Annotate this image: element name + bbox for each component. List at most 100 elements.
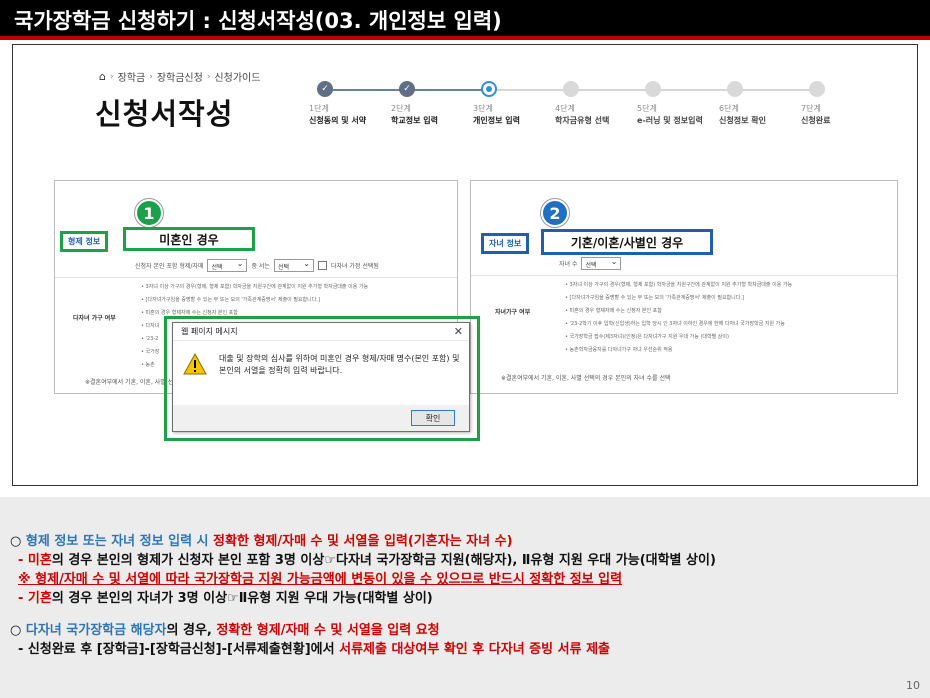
step-number: 5단계 — [637, 104, 657, 113]
home-icon[interactable]: ⌂ — [99, 70, 106, 83]
pending-step-icon — [645, 81, 661, 97]
chevron-right-icon: › — [109, 71, 114, 82]
breadcrumb-item[interactable]: 장학금신청 — [157, 69, 203, 84]
sibling-order-select[interactable]: 선택 — [273, 259, 314, 272]
divider — [55, 277, 457, 278]
notes-list: 3자녀 이상 가구의 경우(형제, 형제 포함) 학자금을 지원구간에 관계없이… — [565, 279, 885, 357]
child-count-row: 자녀 수 선택 — [559, 257, 622, 270]
page-number: 10 — [906, 679, 920, 692]
current-step-icon — [481, 81, 497, 97]
explanation-line-5: ○ 다자녀 국가장학금 해당자의 경우, 정확한 형제/자매 수 및 서열을 입… — [10, 621, 716, 640]
highlight-text: 정확한 형제/자매 수 및 서열을 입력(기혼자는 자녀 수) — [208, 534, 513, 549]
explanation-line-6: - 신청완료 후 [장학금]-[장학금신청]-[서류제출현황]에서 서류제출 대… — [10, 640, 716, 659]
dialog-title: 웹 페이지 메시지 — [181, 327, 238, 336]
married-case-label: 기혼/이혼/사별인 경우 — [541, 229, 713, 255]
step-5: 5단계 e-러닝 및 정보입력 — [637, 81, 723, 126]
step-name: 학교정보 입력 — [391, 116, 438, 125]
dialog-body: 대출 및 장학의 심사를 위하여 미혼인 경우 형제/자매 명수(본인 포함) … — [183, 353, 461, 377]
multi-child-household-label: 다자녀 가구 여부 — [73, 315, 116, 322]
note-item: 국가장학금 접수(제3자녀)(인정)은 다자녀가구 지원 우대 가능 (대학별 … — [565, 331, 885, 344]
callout-badge-1: 1 — [135, 199, 163, 227]
footnote: ※결혼여부에서 기혼, 이혼, 사별 선 — [85, 379, 174, 386]
pending-step-icon — [727, 81, 743, 97]
note-item: '23-2학기 이후 입학(신입생)하는 입학 당시 인 3자녀 이하인 경우에… — [565, 318, 885, 331]
pending-step-icon — [809, 81, 825, 97]
child-info-tag: 자녀 정보 — [481, 233, 530, 254]
step-name: 신청완료 — [801, 116, 831, 125]
dialog-header: 웹 페이지 메시지 ✕ — [173, 323, 469, 341]
body-text: 의 경우 본인의 형제가 신청자 본인 포함 3명 이상☞다자녀 국가장학금 지… — [51, 553, 716, 568]
child-count-label: 자녀 수 — [559, 261, 578, 268]
highlight-text: - 기혼 — [18, 591, 52, 606]
divider — [471, 275, 897, 276]
sibling-info-tag: 형제 정보 — [60, 231, 109, 252]
child-info-panel: 2 자녀 정보 기혼/이혼/사별인 경우 자녀 수 선택 자녀가구 여부 3자녀… — [470, 180, 898, 394]
note-item: 미혼의 경우 형제자매 수는 신청자 본인 포함 — [565, 305, 885, 318]
explanation-line-2: - 미혼의 경우 본인의 형제가 신청자 본인 포함 3명 이상☞다자녀 국가장… — [10, 551, 716, 570]
step-1: ✓ 1단계 신청동의 및 서약 — [309, 81, 395, 126]
breadcrumb-item[interactable]: 장학금 — [118, 69, 146, 84]
highlight-text: 정확한 형제/자매 수 및 서열을 입력 요청 — [216, 623, 440, 638]
step-number: 7단계 — [801, 104, 821, 113]
breadcrumb: ⌂ › 장학금 › 장학금신청 › 신청가이드 — [99, 69, 260, 84]
progress-stepper: ✓ 1단계 신청동의 및 서약 ✓ 2단계 학교정보 입력 3단계 개인정보 입… — [309, 81, 869, 131]
bullet: ○ — [10, 623, 26, 638]
explanation-line-1: ○ 형제 정보 또는 자녀 정보 입력 시 정확한 형제/자매 수 및 서열을 … — [10, 532, 716, 551]
step-number: 6단계 — [719, 104, 739, 113]
step-number: 1단계 — [309, 104, 329, 113]
check-icon: ✓ — [317, 81, 333, 97]
step-name: 신청동의 및 서약 — [309, 116, 367, 125]
step-number: 2단계 — [391, 104, 411, 113]
explanation-line-4: - 기혼의 경우 본인의 자녀가 3명 이상☞Ⅱ유형 지원 우대 가능(대학별 … — [10, 589, 716, 608]
warning-text: ※ 형제/자매 수 및 서열에 따라 국가장학금 지원 가능금액에 변동이 있을… — [18, 572, 623, 587]
title-rule — [0, 36, 930, 40]
explanation-line-3: ※ 형제/자매 수 및 서열에 따라 국가장학금 지원 가능금액에 변동이 있을… — [10, 570, 716, 589]
warning-icon — [183, 353, 207, 375]
step-name: 개인정보 입력 — [473, 116, 520, 125]
explanation-text: ○ 형제 정보 또는 자녀 정보 입력 시 정확한 형제/자매 수 및 서열을 … — [10, 532, 716, 659]
ok-button[interactable]: 확인 — [411, 410, 455, 426]
web-page-message-dialog: 웹 페이지 메시지 ✕ 대출 및 장학의 심사를 위하여 미혼인 경우 형제/자… — [172, 322, 470, 432]
body-text: - 신청완료 후 [장학금]-[장학금신청]-[서류제출현황]에서 — [18, 642, 340, 657]
explanation-area: ○ 형제 정보 또는 자녀 정보 입력 시 정확한 형제/자매 수 및 서열을 … — [0, 497, 930, 698]
footnote: ※결혼여부에서 기혼, 이혼, 사별 선택의 경우 본인의 자녀 수를 선택 — [501, 375, 671, 382]
note-item: 농촌학자금융자를 다자녀가구 자녀 우선순위 적용 — [565, 344, 885, 357]
screenshot-frame: ⌂ › 장학금 › 장학금신청 › 신청가이드 신청서작성 ✓ 1단계 신청동의… — [12, 44, 918, 486]
note-item: 3자녀 이상 가구의 경우(형제, 형제 포함) 학자금을 지원구간에 관계없이… — [141, 281, 441, 294]
body-text: 의 경우, — [166, 623, 217, 638]
highlight-text: - 미혼 — [18, 553, 52, 568]
step-2: ✓ 2단계 학교정보 입력 — [391, 81, 477, 126]
callout-badge-2: 2 — [541, 199, 569, 227]
step-name: 학자금유형 선택 — [555, 116, 610, 125]
slide: 국가장학금 신청하기 : 신청서작성(03. 개인정보 입력) ⌂ › 장학금 … — [0, 0, 930, 698]
pending-step-icon — [563, 81, 579, 97]
sibling-count-select[interactable]: 선택 — [207, 259, 248, 272]
multi-child-checkbox-label: 다자녀 가정 선택됨 — [330, 263, 379, 270]
breadcrumb-item[interactable]: 신청가이드 — [214, 69, 260, 84]
unmarried-case-label: 미혼인 경우 — [123, 227, 255, 251]
body-text: 의 경우 본인의 자녀가 3명 이상☞Ⅱ유형 지원 우대 가능(대학별 상이) — [51, 591, 433, 606]
step-4: 4단계 학자금유형 선택 — [555, 81, 641, 126]
highlight-text: 형제 정보 또는 자녀 정보 입력 시 — [25, 534, 209, 549]
highlight-text: 서류제출 대상여부 확인 후 다자녀 증빙 서류 제출 — [339, 642, 610, 657]
check-icon: ✓ — [399, 81, 415, 97]
sibling-count-label: 신청자 본인 포함 형제/자매 — [135, 263, 204, 270]
close-icon[interactable]: ✕ — [454, 325, 463, 338]
child-count-select[interactable]: 선택 — [581, 257, 622, 270]
page-title: 신청서작성 — [95, 97, 234, 131]
multi-child-checkbox[interactable] — [317, 261, 327, 270]
note-item: [다자녀가구임을 증명할 수 있는 부 또는 모의 '가족관계증명서' 제출이 … — [565, 292, 885, 305]
sibling-order-label: 중 서는 — [251, 263, 270, 270]
bullet: ○ — [10, 534, 26, 549]
chevron-right-icon: › — [149, 71, 153, 82]
sibling-count-row: 신청자 본인 포함 형제/자매 선택 중 서는 선택 다자녀 가정 선택됨 — [135, 259, 379, 272]
slide-title: 국가장학금 신청하기 : 신청서작성(03. 개인정보 입력) — [0, 0, 930, 36]
note-item: 3자녀 이상 가구의 경우(형제, 형제 포함) 학자금을 지원구간에 관계없이… — [565, 279, 885, 292]
highlight-text: 다자녀 국가장학금 해당자 — [25, 623, 167, 638]
step-6: 6단계 신청정보 확인 — [719, 81, 805, 126]
child-household-label: 자녀가구 여부 — [495, 309, 531, 316]
note-item: [다자녀가구임을 증명할 수 있는 부 또는 모의 '가족관계증명서' 제출이 … — [141, 294, 441, 307]
step-3: 3단계 개인정보 입력 — [473, 81, 559, 126]
step-name: e-러닝 및 정보입력 — [637, 116, 703, 125]
